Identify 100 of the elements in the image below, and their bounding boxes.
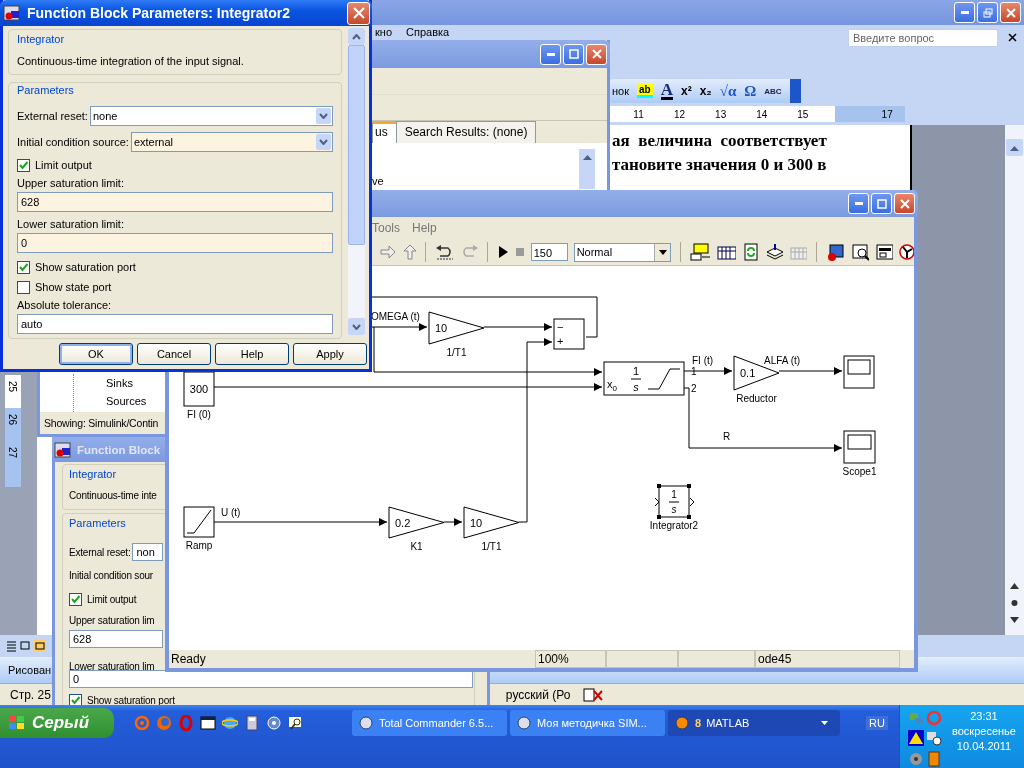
- format-button[interactable]: Ω: [744, 82, 757, 100]
- field-label: Lower saturation limit:: [17, 217, 124, 231]
- menu-item[interactable]: Help: [412, 221, 437, 235]
- dialog-button[interactable]: Apply: [293, 343, 367, 365]
- close-icon[interactable]: [1008, 33, 1017, 42]
- undo-icon[interactable]: [435, 244, 454, 260]
- dialog-button[interactable]: OK: [59, 343, 133, 365]
- minimize-button[interactable]: [848, 193, 869, 214]
- input-field[interactable]: 0: [69, 670, 473, 688]
- minimize-button[interactable]: [540, 43, 561, 65]
- restore-button[interactable]: [977, 2, 998, 23]
- format-button[interactable]: x₂: [699, 84, 712, 98]
- gain-block[interactable]: 0.2: [388, 506, 445, 539]
- tree-item[interactable]: Sources: [106, 392, 147, 410]
- dialog-button[interactable]: Cancel: [137, 343, 211, 365]
- up-arrow-icon[interactable]: [401, 243, 417, 261]
- gear-icon[interactable]: [266, 715, 282, 731]
- dropdown-field[interactable]: non: [132, 543, 164, 561]
- scope-block[interactable]: [843, 430, 876, 464]
- format-button[interactable]: √α: [719, 82, 737, 100]
- minimize-button[interactable]: [954, 2, 975, 23]
- refresh-icon[interactable]: [742, 243, 759, 261]
- input-field[interactable]: auto: [17, 314, 333, 334]
- checkbox[interactable]: [17, 260, 30, 274]
- ramp-block[interactable]: [183, 506, 215, 538]
- model-explorer-icon[interactable]: [826, 243, 845, 261]
- list-item[interactable]: ve: [372, 175, 384, 187]
- stop-icon[interactable]: [513, 246, 525, 258]
- close-button[interactable]: [347, 1, 370, 25]
- up-arrow-icon: [1010, 144, 1019, 151]
- format-button[interactable]: A: [660, 82, 673, 100]
- up-arrow-icon[interactable]: [582, 154, 592, 160]
- toolbar-options-button[interactable]: [789, 79, 801, 103]
- browse-icon[interactable]: [1010, 583, 1019, 623]
- scrollbar[interactable]: [348, 28, 365, 335]
- maximize-button[interactable]: [563, 43, 584, 65]
- input-field[interactable]: 0: [17, 233, 333, 253]
- menu-item[interactable]: кно: [375, 26, 392, 39]
- checkbox[interactable]: [17, 158, 30, 172]
- library-browser-icon[interactable]: [690, 243, 711, 261]
- globe-icon[interactable]: [222, 715, 238, 731]
- restore-icon: [982, 7, 993, 18]
- format-button[interactable]: x²: [680, 84, 692, 98]
- scroll-thumb[interactable]: [348, 45, 365, 245]
- close-button[interactable]: [894, 193, 915, 214]
- format-button[interactable]: ABC: [764, 86, 782, 96]
- scrollbar[interactable]: [579, 149, 595, 189]
- view-buttons-icon[interactable]: [6, 640, 46, 652]
- clock-icon[interactable]: [926, 730, 942, 747]
- properties-icon[interactable]: [875, 243, 894, 261]
- checkbox[interactable]: [69, 592, 82, 606]
- scroll-button[interactable]: [348, 318, 365, 335]
- mode-dropdown[interactable]: Normal: [573, 242, 672, 262]
- forward-arrow-icon[interactable]: [379, 244, 396, 260]
- window-icon[interactable]: [200, 715, 216, 731]
- gain-block[interactable]: 10: [428, 311, 485, 345]
- menu-item[interactable]: Справка: [406, 26, 450, 39]
- sum-block[interactable]: − +: [553, 318, 585, 350]
- input-field[interactable]: 628: [69, 630, 163, 648]
- integrator-block[interactable]: x$_{0}$ 1 s: [603, 361, 685, 396]
- stop-time-field[interactable]: 150: [530, 243, 568, 261]
- dialog-button[interactable]: Help: [215, 343, 289, 365]
- gain-block[interactable]: 10: [463, 506, 520, 539]
- debugger-icon[interactable]: [850, 243, 870, 261]
- start-button[interactable]: Серый: [0, 708, 114, 738]
- question-field[interactable]: Введите вопрос: [848, 29, 998, 47]
- taskbar-button[interactable]: Моя методичка SIM...: [510, 710, 665, 736]
- speaker-icon[interactable]: [908, 750, 924, 767]
- scope-block[interactable]: [843, 355, 875, 389]
- language-indicator[interactable]: RU: [866, 716, 888, 730]
- dropdown[interactable]: external: [130, 132, 333, 152]
- scroll-button[interactable]: [348, 28, 365, 45]
- taskbar-button[interactable]: 8 MATLAB: [668, 710, 840, 736]
- calendar-icon[interactable]: [716, 243, 737, 261]
- scrollbar[interactable]: [1005, 125, 1024, 635]
- maximize-button[interactable]: [871, 193, 892, 214]
- dropdown[interactable]: none: [89, 106, 333, 126]
- radiation-icon[interactable]: [899, 243, 915, 261]
- tab[interactable]: Search Results: (none): [395, 121, 537, 143]
- warning-icon[interactable]: [908, 730, 924, 747]
- stack-icon[interactable]: [764, 243, 784, 261]
- close-button[interactable]: [1000, 2, 1021, 23]
- tab[interactable]: us: [372, 121, 397, 143]
- scroll-button[interactable]: [1006, 139, 1023, 156]
- drawing-toolbar-label[interactable]: Рисован: [8, 664, 52, 676]
- calculator-icon[interactable]: [244, 715, 260, 731]
- field-label: Lower saturation lim: [69, 660, 155, 672]
- checkbox-label: Show saturation port: [35, 261, 136, 273]
- close-button[interactable]: [586, 43, 607, 65]
- search-icon[interactable]: [288, 715, 304, 731]
- checkbox[interactable]: [17, 280, 30, 294]
- page-number: Стр. 25: [9, 687, 51, 702]
- constant-block[interactable]: 300: [183, 371, 215, 407]
- toolbar-label[interactable]: нок: [612, 85, 629, 97]
- tree-item[interactable]: Sinks: [106, 374, 133, 392]
- input-field[interactable]: 628: [17, 192, 333, 212]
- format-button[interactable]: ab: [637, 84, 653, 98]
- taskbar-button[interactable]: Total Commander 6.5...: [352, 710, 507, 736]
- play-icon[interactable]: [496, 245, 508, 259]
- menu-item[interactable]: Tools: [372, 221, 400, 235]
